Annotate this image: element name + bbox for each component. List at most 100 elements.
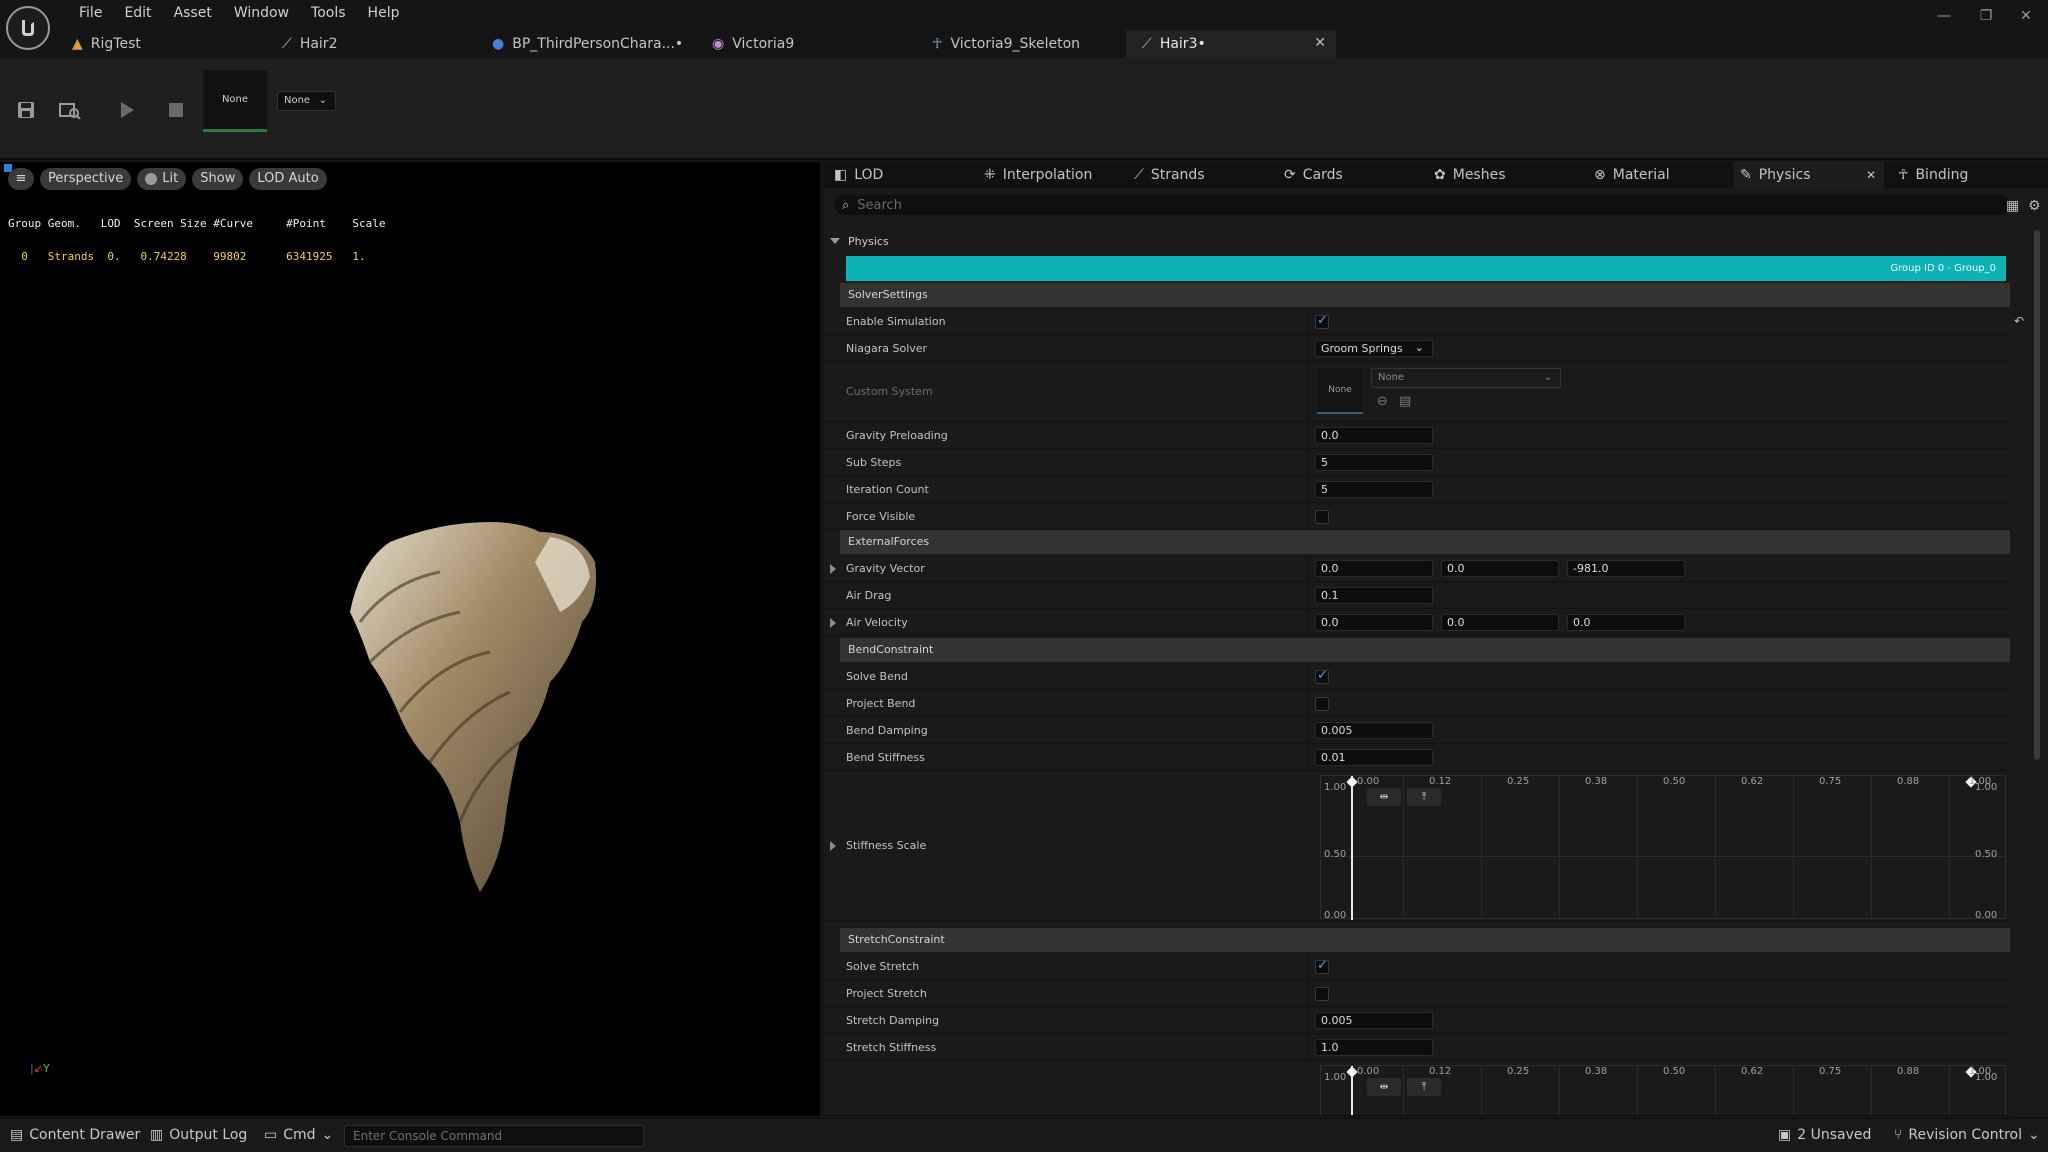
content-drawer-button[interactable]: ▤ Content Drawer	[10, 1127, 140, 1143]
show-button[interactable]: Show	[192, 168, 244, 190]
browse-asset-icon[interactable]	[56, 96, 84, 124]
external-forces-header[interactable]: ExternalForces	[840, 530, 2010, 554]
air-velocity-z-input[interactable]: 0.0	[1567, 614, 1685, 631]
bend-damping-input[interactable]: 0.005	[1315, 722, 1433, 739]
expand-arrow-icon[interactable]	[830, 841, 836, 851]
viewport[interactable]: ≡ Perspective Lit Show LOD Auto Group Ge…	[0, 162, 820, 1116]
menu-window[interactable]: Window	[223, 3, 300, 23]
reset-to-default-icon[interactable]: ↶	[2014, 314, 2024, 328]
menu-file[interactable]: File	[68, 3, 113, 23]
menu-asset[interactable]: Asset	[163, 3, 223, 23]
cmd-dropdown[interactable]: ▭ Cmd ⌄	[264, 1127, 333, 1143]
sub-steps-input[interactable]: 5	[1315, 454, 1433, 471]
doc-tab-victoria9[interactable]: ◉ Victoria9	[696, 30, 916, 58]
table-view-icon[interactable]: ▦	[2006, 198, 2019, 214]
viewport-menu-button[interactable]: ≡	[8, 168, 34, 190]
console-command-input[interactable]: Enter Console Command	[344, 1125, 644, 1147]
fit-horizontal-icon[interactable]: ⇹	[1367, 788, 1401, 806]
custom-system-thumbnail[interactable]: None	[1317, 368, 1363, 414]
air-velocity-y-input[interactable]: 0.0	[1441, 614, 1559, 631]
stretch-stiffness-input[interactable]: 1.0	[1315, 1039, 1433, 1056]
tab-binding[interactable]: ☥ Binding	[1892, 162, 2042, 188]
close-tab-icon[interactable]: ✕	[1866, 168, 1876, 182]
iteration-count-value: 5	[1308, 476, 2010, 503]
fit-vertical-icon[interactable]: ⤒	[1407, 788, 1441, 806]
lit-button[interactable]: Lit	[137, 168, 187, 190]
project-bend-checkbox[interactable]	[1315, 697, 1329, 711]
browse-icon[interactable]: ▤	[1399, 394, 1411, 409]
enable-simulation-checkbox[interactable]	[1315, 313, 1329, 329]
revision-control-button[interactable]: ⑂ Revision Control ⌄	[1894, 1127, 2040, 1143]
play-icon[interactable]	[113, 96, 141, 124]
minimize-icon[interactable]: —	[1924, 4, 1964, 28]
output-log-button[interactable]: ▥ Output Log	[150, 1127, 247, 1143]
stretch-damping-input[interactable]: 0.005	[1315, 1012, 1433, 1029]
use-selected-icon[interactable]: ⊖	[1377, 394, 1388, 409]
stretch-scale-curve-editor[interactable]: 0.00 0.12 0.25 0.38 0.50 0.62 0.75 0.88 …	[1320, 1065, 2006, 1115]
expand-arrow-icon[interactable]	[830, 564, 836, 574]
gravity-vector-z-input[interactable]: -981.0	[1567, 560, 1685, 577]
custom-system-dropdown[interactable]: None ⌄	[1371, 368, 1561, 388]
niagara-solver-value: Groom Springs ⌄	[1308, 335, 2010, 362]
unreal-logo-icon[interactable]	[6, 6, 50, 50]
curve-x-tick: 0.12	[1429, 1066, 1452, 1077]
solve-stretch-checkbox[interactable]	[1315, 958, 1329, 974]
menu-help[interactable]: Help	[357, 3, 411, 23]
gravity-vector-x-input[interactable]: 0.0	[1315, 560, 1433, 577]
lit-label: Lit	[162, 171, 179, 186]
bend-stiffness-input[interactable]: 0.01	[1315, 749, 1433, 766]
lod-preview-thumbnail[interactable]: None	[203, 70, 267, 132]
restore-icon[interactable]: ❐	[1966, 4, 2006, 28]
curve-key[interactable]	[1346, 1066, 1358, 1078]
console-icon: ▭	[264, 1127, 278, 1143]
solver-settings-header[interactable]: SolverSettings	[840, 283, 2010, 307]
close-tab-icon[interactable]: ✕	[1314, 35, 1326, 51]
fit-vertical-icon[interactable]: ⤒	[1407, 1078, 1441, 1096]
tab-meshes[interactable]: ✿ Meshes	[1428, 162, 1578, 188]
expand-arrow-icon[interactable]	[830, 618, 836, 628]
doc-tab-hair2[interactable]: ⟋ Hair2	[266, 30, 476, 58]
air-drag-input[interactable]: 0.1	[1315, 587, 1433, 604]
doc-tab-victoria9-skeleton[interactable]: ☥ Victoria9_Skeleton	[916, 30, 1126, 58]
physics-section-header[interactable]: Physics	[830, 230, 889, 252]
groom-icon: ⟋	[1142, 36, 1152, 52]
enable-simulation-value	[1308, 308, 2010, 335]
close-window-icon[interactable]: ✕	[2006, 4, 2046, 28]
niagara-solver-dropdown[interactable]: Groom Springs ⌄	[1315, 340, 1433, 357]
details-scrollbar[interactable]	[2034, 230, 2040, 760]
lod-auto-button[interactable]: LOD Auto	[249, 168, 327, 190]
search-input[interactable]: ⌕ Search	[834, 195, 2010, 215]
tab-lod[interactable]: ◧ LOD	[828, 162, 978, 188]
fit-horizontal-icon[interactable]: ⇹	[1367, 1078, 1401, 1096]
stiffness-scale-curve-editor[interactable]: 0.00 0.12 0.25 0.38 0.50 0.62 0.75 0.88 …	[1320, 775, 2007, 921]
tab-material[interactable]: ⊗ Material	[1588, 162, 1728, 188]
curve-key[interactable]	[1346, 776, 1358, 788]
doc-tab-rigtest[interactable]: ▲ RigTest	[56, 30, 266, 58]
menu-tools[interactable]: Tools	[300, 3, 357, 23]
air-velocity-x-input[interactable]: 0.0	[1315, 614, 1433, 631]
iteration-count-input[interactable]: 5	[1315, 481, 1433, 498]
perspective-button[interactable]: Perspective	[40, 168, 132, 190]
doc-tab-hair3[interactable]: ⟋ Hair3• ✕	[1126, 30, 1336, 58]
project-stretch-checkbox[interactable]	[1315, 987, 1329, 1001]
title-bar: File Edit Asset Window Tools Help — ❐ ✕ …	[0, 0, 2048, 58]
solve-bend-checkbox[interactable]	[1315, 668, 1329, 684]
gravity-preloading-input[interactable]: 0.0	[1315, 427, 1433, 444]
force-visible-checkbox[interactable]	[1315, 510, 1329, 524]
lod-dropdown[interactable]: None ⌄	[277, 91, 336, 111]
save-icon[interactable]	[12, 96, 40, 124]
tab-physics[interactable]: ✎ Physics ✕	[1734, 162, 1884, 188]
menu-edit[interactable]: Edit	[113, 3, 162, 23]
tab-strands[interactable]: ⟋ Strands	[1128, 162, 1278, 188]
bend-constraint-header[interactable]: BendConstraint	[840, 638, 2010, 662]
tab-cards[interactable]: ⟳ Cards	[1278, 162, 1428, 188]
stop-icon[interactable]	[162, 96, 190, 124]
doc-tab-bp-thirdperson[interactable]: ● BP_ThirdPersonChara...•	[476, 30, 696, 58]
stretch-constraint-header[interactable]: StretchConstraint	[840, 928, 2010, 952]
unsaved-button[interactable]: ▣ 2 Unsaved	[1778, 1127, 1871, 1143]
gravity-vector-y-input[interactable]: 0.0	[1441, 560, 1559, 577]
settings-gear-icon[interactable]: ⚙	[2028, 198, 2041, 214]
group-banner[interactable]: Group ID 0 - Group_0	[846, 256, 2006, 281]
tab-interpolation[interactable]: ⁜ Interpolation	[978, 162, 1128, 188]
lit-sphere-icon	[145, 173, 158, 185]
